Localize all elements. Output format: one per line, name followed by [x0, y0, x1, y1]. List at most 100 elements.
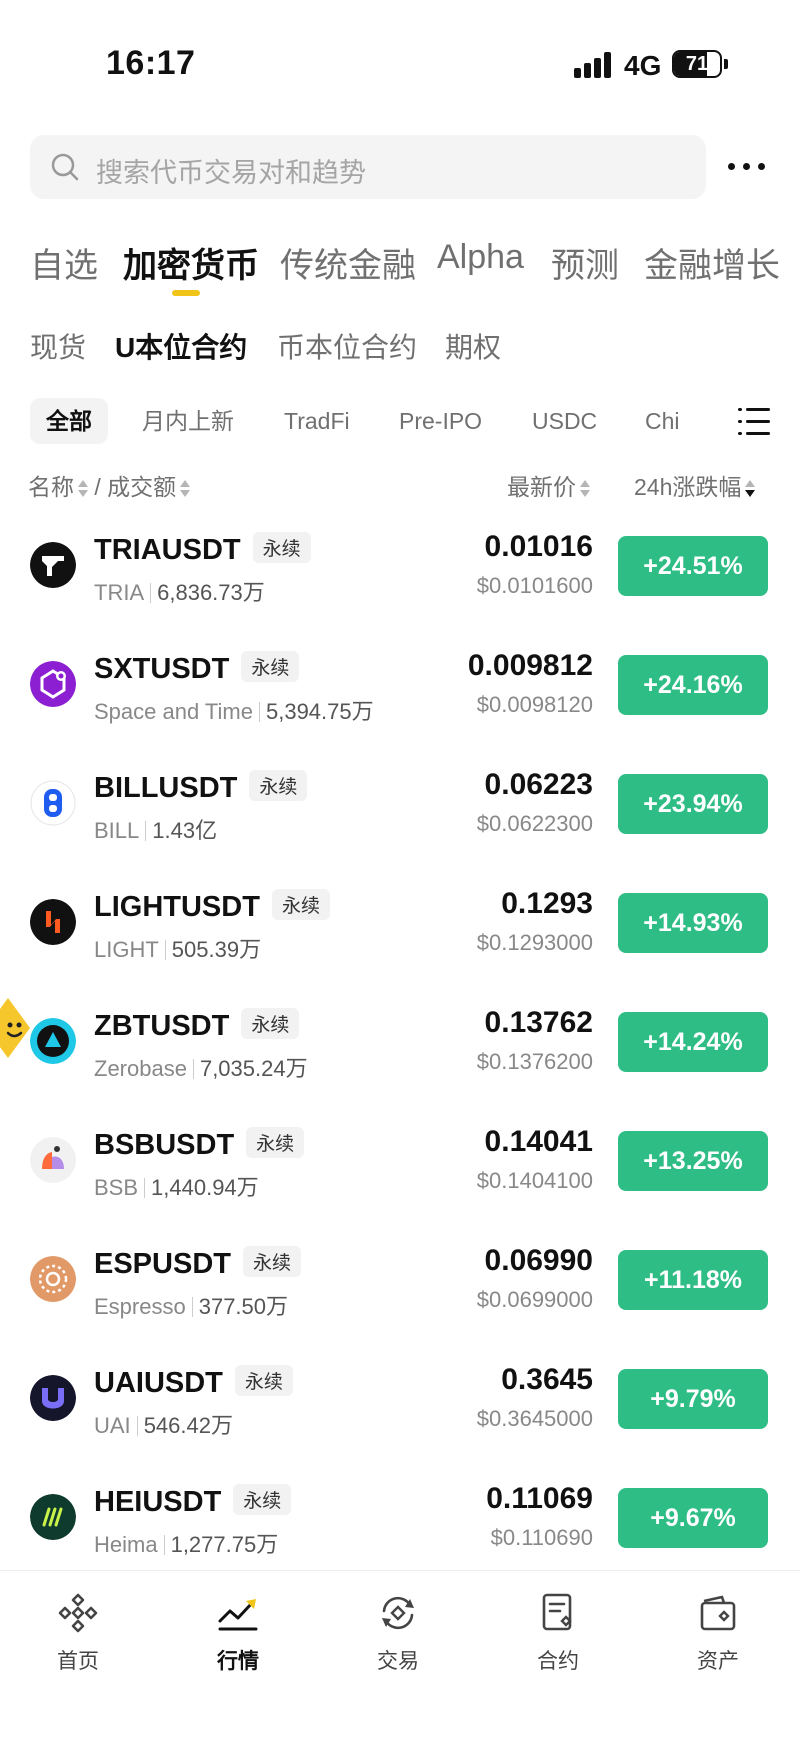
symbol-text: HEIUSDT: [94, 1486, 222, 1518]
market-row[interactable]: BILLUSDT 永续 BILL 1.43亿 0.06223 $0.0622300 …: [0, 743, 800, 862]
perpetual-tag: 永续: [234, 1365, 293, 1396]
subtab-usdm-futures[interactable]: U本位合约: [115, 326, 247, 366]
perpetual-tag: 永续: [233, 1484, 292, 1515]
symbol-text: TRIAUSDT: [94, 534, 241, 566]
market-row[interactable]: ESPUSDT 永续 Espresso 377.50万 0.06990 $0.069…: [0, 1219, 800, 1338]
perpetual-tag: 永续: [246, 1127, 305, 1158]
tab-favorites[interactable]: 自选: [30, 238, 98, 287]
search-placeholder: 搜索代币交易对和趋势: [96, 158, 366, 188]
symbol-text: UAIUSDT: [94, 1367, 223, 1399]
futures-icon: [542, 1593, 572, 1631]
row-meta: Espresso 377.50万: [94, 1289, 288, 1321]
change-badge[interactable]: +24.51%: [618, 536, 768, 596]
volume: 377.50万: [198, 1294, 289, 1319]
status-bar: 16:17 4G 71: [0, 0, 800, 120]
row-symbol: LIGHTUSDT 永续: [94, 889, 330, 924]
zbt-icon: [30, 1018, 76, 1064]
symbol-text: BILLUSDT: [94, 772, 238, 804]
chip-new-this-month[interactable]: 月内上新: [142, 398, 234, 444]
battery-icon: 71: [672, 50, 722, 78]
row-symbol: TRIAUSDT 永续: [94, 532, 311, 567]
tria-icon: [30, 542, 76, 588]
tab-tradfi[interactable]: 传统金融: [280, 238, 416, 287]
chip-tradfi[interactable]: TradFi: [284, 398, 350, 444]
wallet-icon: [700, 1595, 736, 1631]
market-row[interactable]: SXTUSDT 永续 Space and Time 5,394.75万 0.0098…: [0, 624, 800, 743]
market-row[interactable]: LIGHTUSDT 永续 LIGHT 505.39万 0.1293 $0.12930…: [0, 862, 800, 981]
coin-name: BSB: [94, 1175, 139, 1200]
tab-alpha[interactable]: Alpha: [437, 238, 524, 277]
main-tabs: 自选 加密货币 传统金融 Alpha 预测 金融增长: [0, 238, 800, 298]
coin-name: Espresso: [94, 1294, 186, 1319]
subtab-options[interactable]: 期权: [445, 326, 501, 366]
row-meta: BSB 1,440.94万: [94, 1170, 259, 1202]
market-row[interactable]: UAIUSDT 永续 UAI 546.42万 0.3645 $0.3645000 +…: [0, 1338, 800, 1457]
last-price: 0.1293: [501, 887, 593, 920]
perpetual-tag: 永续: [241, 1008, 300, 1039]
chip-all[interactable]: 全部: [30, 398, 108, 444]
sort-icon: [180, 479, 191, 498]
last-price: 0.13762: [484, 1006, 593, 1039]
header-name: 名称: [28, 474, 74, 500]
floating-emoji-icon[interactable]: [0, 998, 30, 1058]
chip-chi[interactable]: Chi: [645, 398, 680, 444]
sort-icon: [78, 479, 88, 498]
tab-crypto[interactable]: 加密货币: [123, 238, 259, 287]
tab-prediction[interactable]: 预测: [551, 238, 619, 287]
battery-tip: [724, 59, 728, 69]
more-icon[interactable]: [728, 156, 768, 176]
category-list-icon[interactable]: [738, 408, 770, 436]
chip-usdc[interactable]: USDC: [532, 398, 597, 444]
change-badge[interactable]: +23.94%: [618, 774, 768, 834]
perpetual-tag: 永续: [249, 770, 308, 801]
usd-price: $0.110690: [490, 1525, 593, 1550]
change-badge[interactable]: +9.67%: [618, 1488, 768, 1548]
market-row[interactable]: BSBUSDT 永续 BSB 1,440.94万 0.14041 $0.140410…: [0, 1100, 800, 1219]
perpetual-tag: 永续: [242, 1246, 301, 1277]
nav-futures[interactable]: 合约: [508, 1591, 608, 1675]
change-badge[interactable]: +14.24%: [618, 1012, 768, 1072]
nav-markets[interactable]: 行情: [188, 1591, 288, 1675]
last-price: 0.06990: [484, 1244, 593, 1277]
active-tab-indicator: [172, 290, 200, 296]
light-icon: [30, 899, 76, 945]
nav-home[interactable]: 首页: [28, 1591, 128, 1675]
row-symbol: UAIUSDT 永续: [94, 1365, 293, 1400]
sort-name-volume[interactable]: 名称 / 成交额: [28, 468, 191, 502]
nav-assets[interactable]: 资产: [668, 1591, 768, 1675]
header-change: 24h涨跌幅: [634, 474, 742, 500]
usd-price: $0.0098120: [476, 692, 593, 717]
coin-name: BILL: [94, 818, 140, 843]
hei-icon: [30, 1494, 76, 1540]
row-meta: UAI 546.42万: [94, 1408, 233, 1440]
change-badge[interactable]: +24.16%: [618, 655, 768, 715]
nav-trade[interactable]: 交易: [348, 1591, 448, 1675]
coin-name: LIGHT: [94, 937, 159, 962]
change-badge[interactable]: +11.18%: [618, 1250, 768, 1310]
search-bar[interactable]: 搜索代币交易对和趋势: [30, 135, 706, 199]
search-icon: [51, 153, 79, 181]
change-badge[interactable]: +14.93%: [618, 893, 768, 953]
usd-price: $0.0622300: [476, 811, 593, 836]
sort-change[interactable]: 24h涨跌幅: [634, 468, 756, 502]
row-symbol: SXTUSDT 永续: [94, 651, 300, 686]
coin-name: Heima: [94, 1532, 158, 1557]
tab-finance-growth[interactable]: 金融增长: [644, 238, 780, 287]
change-badge[interactable]: +13.25%: [618, 1131, 768, 1191]
subtab-coinm-futures[interactable]: 币本位合约: [277, 326, 417, 366]
symbol-text: ZBTUSDT: [94, 1010, 230, 1042]
sort-icon: [580, 479, 590, 498]
last-price: 0.009812: [467, 649, 593, 682]
change-badge[interactable]: +9.79%: [618, 1369, 768, 1429]
usd-price: $0.1404100: [476, 1168, 593, 1193]
sxt-icon: [30, 661, 76, 707]
bsb-icon: [30, 1137, 76, 1183]
market-row[interactable]: ZBTUSDT 永续 Zerobase 7,035.24万 0.13762 $0.1…: [0, 981, 800, 1100]
market-row[interactable]: TRIAUSDT 永续 TRIA 6,836.73万 0.01016 $0.0101…: [0, 505, 800, 624]
row-symbol: ZBTUSDT 永续: [94, 1008, 300, 1043]
subtab-spot[interactable]: 现货: [30, 326, 86, 366]
markets-icon: [218, 1599, 258, 1631]
chip-pre-ipo[interactable]: Pre-IPO: [399, 398, 482, 444]
sort-price[interactable]: 最新价: [507, 468, 590, 502]
market-row[interactable]: HEIUSDT 永续 Heima 1,277.75万 0.11069 $0.1106…: [0, 1457, 800, 1576]
